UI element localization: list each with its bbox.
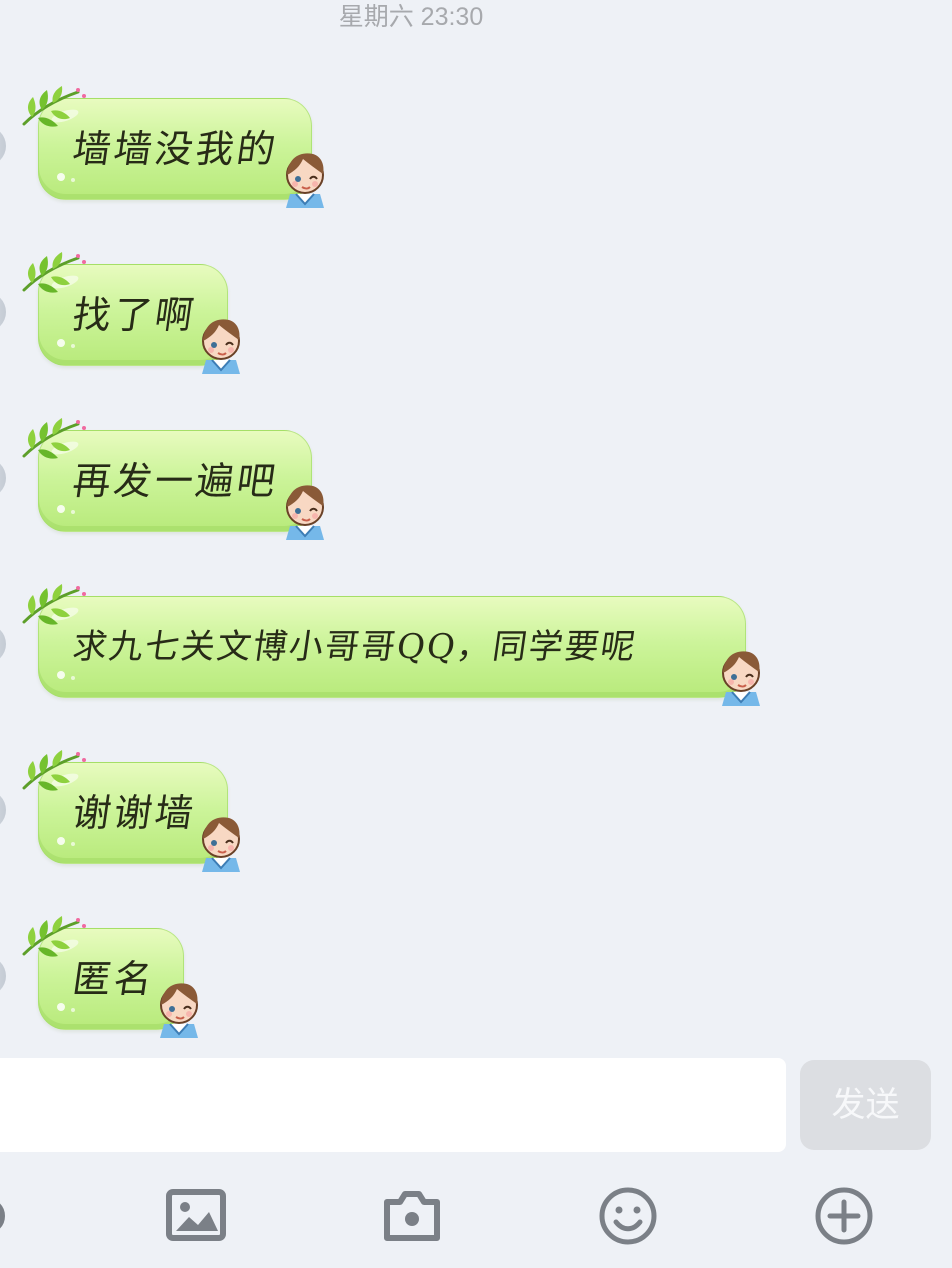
message-bubble[interactable]: 求九七关文博小哥哥QQ，同学要呢 <box>38 596 746 698</box>
message-text: 求九七关文博小哥哥QQ，同学要呢 <box>70 627 640 667</box>
chat-message[interactable]: 匿名 <box>0 916 215 1066</box>
chat-message[interactable]: 谢谢墙 <box>0 750 255 900</box>
chat-message[interactable]: 再发一遍吧 <box>0 418 340 568</box>
partial-avatar <box>0 292 6 332</box>
partial-avatar <box>0 790 6 830</box>
plus-icon[interactable] <box>812 1184 876 1248</box>
leaf-bubble-decoration-icon <box>22 86 86 127</box>
partial-avatar <box>0 624 6 664</box>
leaf-bubble-decoration-icon <box>22 584 86 625</box>
send-button[interactable]: 发送 <box>800 1060 931 1150</box>
message-text: 再发一遍吧 <box>69 459 282 503</box>
emoji-icon[interactable] <box>596 1184 660 1248</box>
partial-avatar <box>0 458 6 498</box>
cartoon-avatar-icon <box>286 153 324 208</box>
cartoon-avatar-icon <box>160 983 198 1038</box>
camera-icon[interactable] <box>380 1184 444 1248</box>
cartoon-avatar-icon <box>286 485 324 540</box>
message-input[interactable] <box>0 1058 786 1152</box>
cartoon-avatar-icon <box>722 651 760 706</box>
leaf-bubble-decoration-icon <box>22 750 86 791</box>
message-composer: 发送 <box>0 1056 952 1160</box>
message-text: 找了啊 <box>69 293 200 337</box>
cartoon-avatar-icon <box>202 817 240 872</box>
chat-message[interactable]: 找了啊 <box>0 252 255 402</box>
leaf-bubble-decoration-icon <box>22 418 86 459</box>
message-text: 谢谢墙 <box>69 791 200 835</box>
message-timestamp: 星期六 23:30 <box>338 3 484 31</box>
leaf-bubble-decoration-icon <box>22 252 86 293</box>
partial-avatar <box>0 956 6 996</box>
leaf-bubble-decoration-icon <box>22 916 86 957</box>
voice-icon[interactable] <box>0 1184 40 1248</box>
chat-message[interactable]: 墙墙没我的 <box>0 86 340 236</box>
message-text: 墙墙没我的 <box>69 127 282 171</box>
chat-message[interactable]: 求九七关文博小哥哥QQ，同学要呢 <box>0 584 770 734</box>
image-icon[interactable] <box>164 1184 228 1248</box>
partial-avatar <box>0 126 6 166</box>
chat-toolbar <box>0 1160 952 1268</box>
cartoon-avatar-icon <box>202 319 240 374</box>
